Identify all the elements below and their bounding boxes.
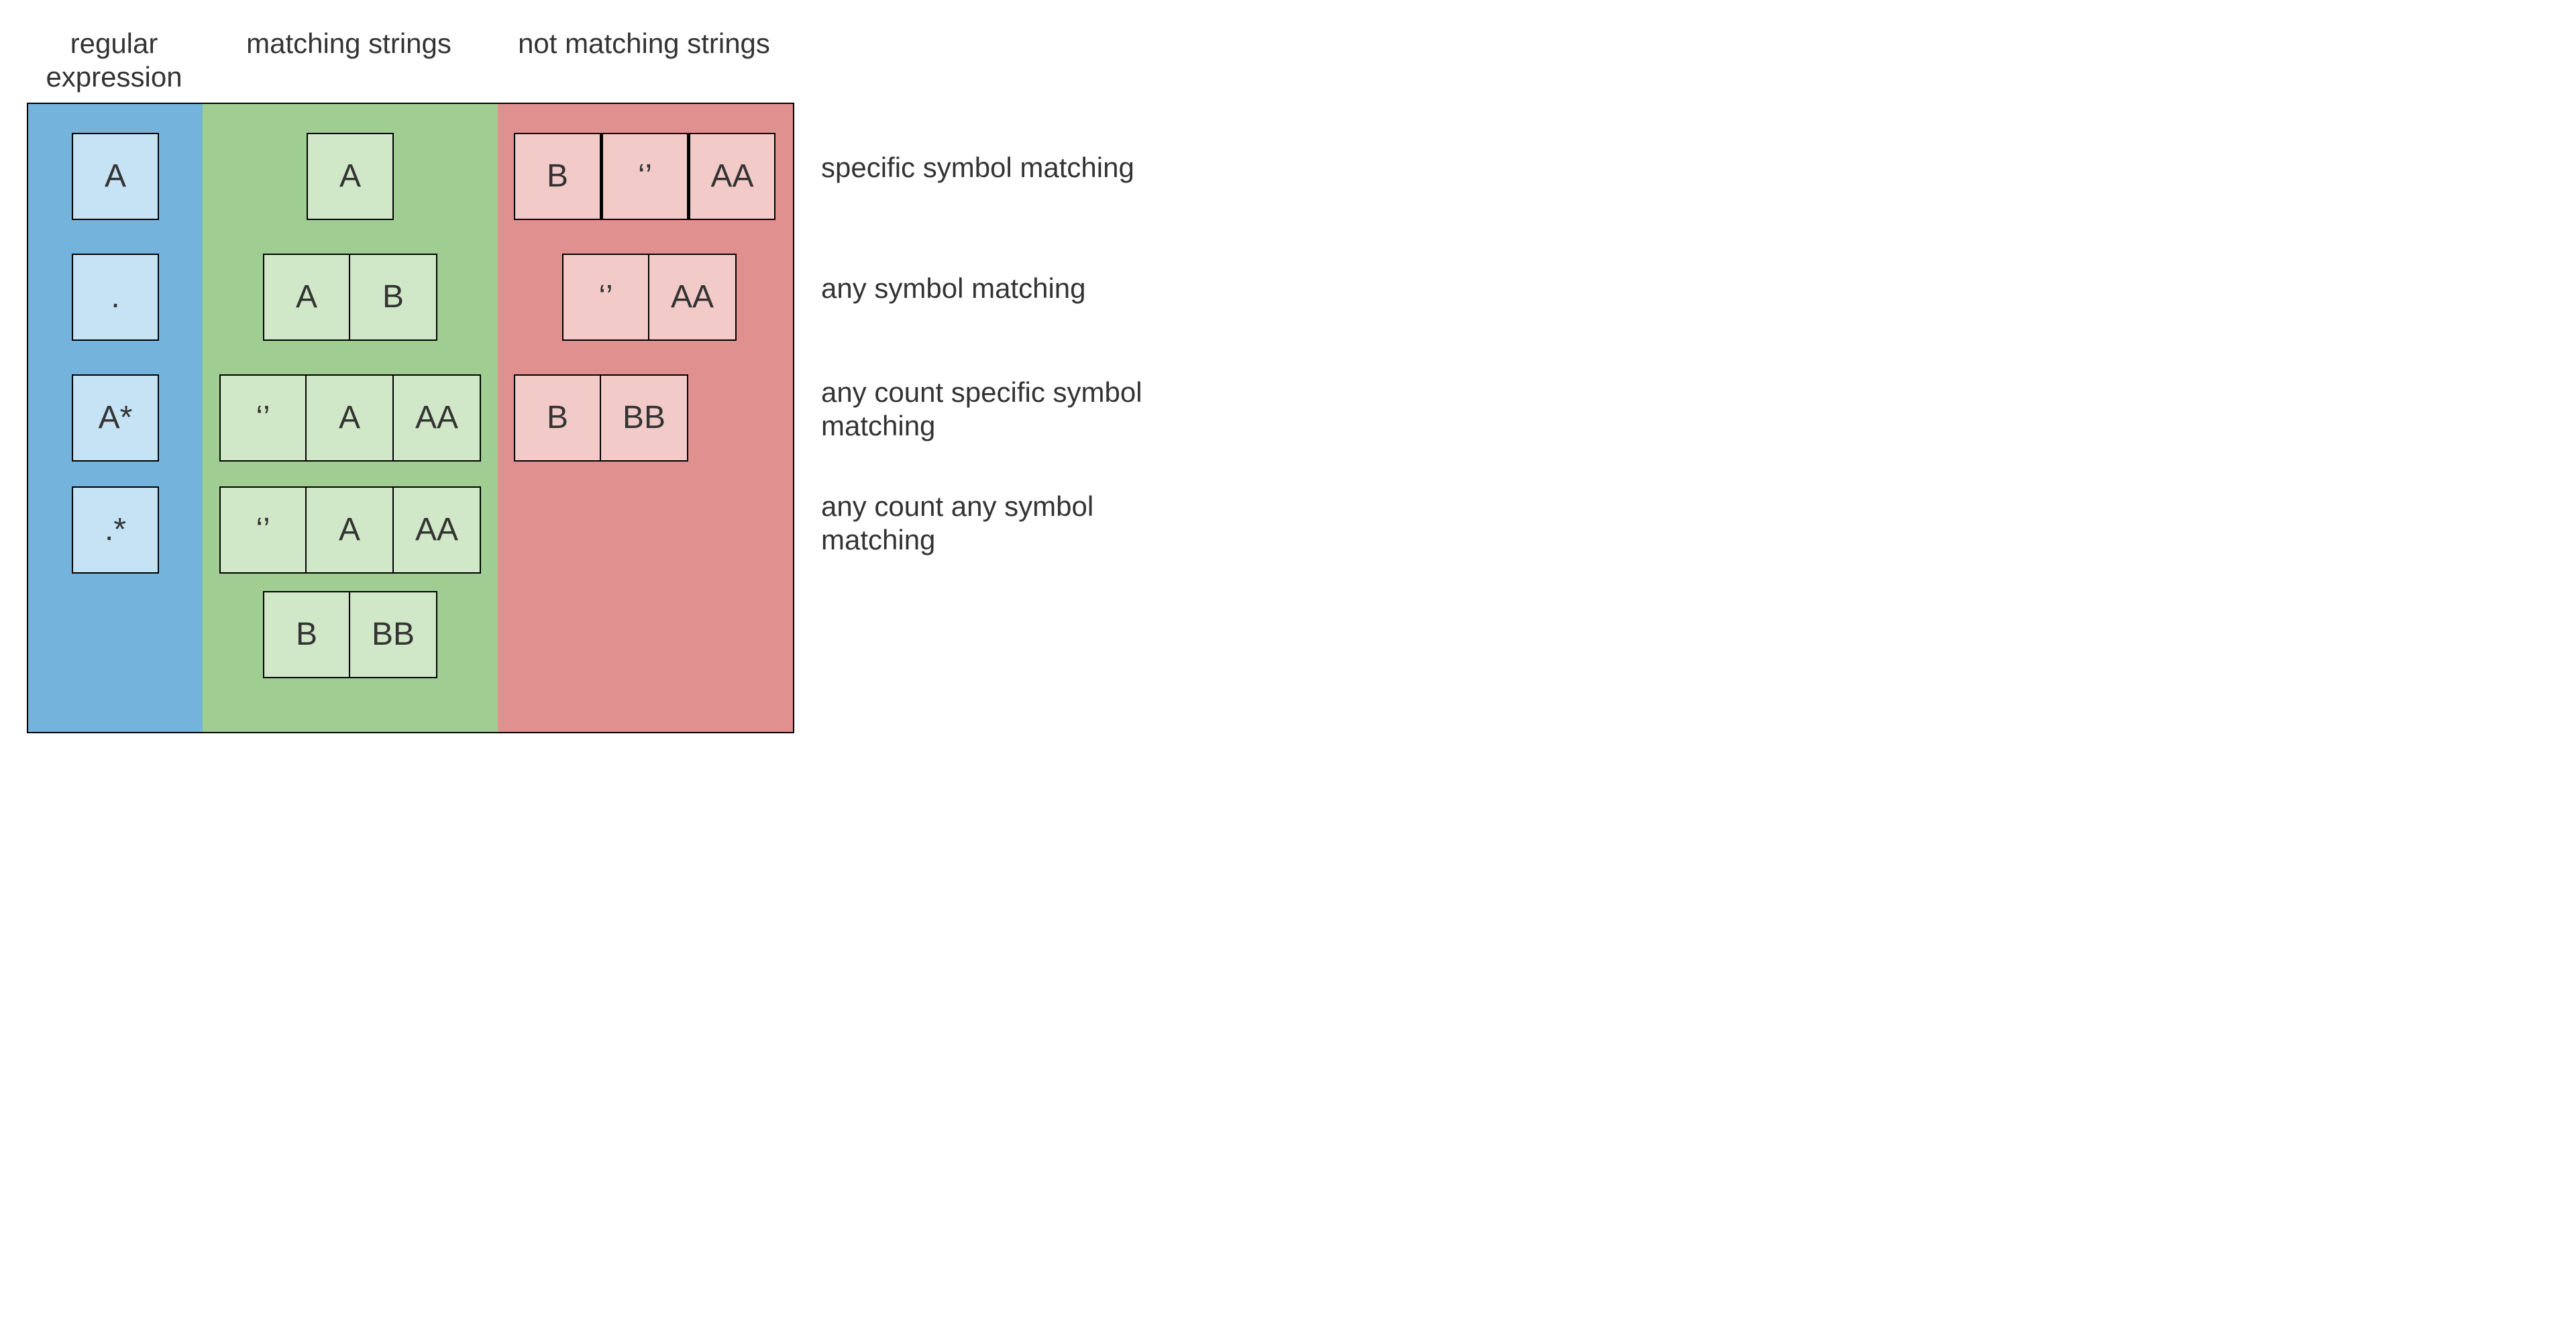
- nomatch-cell: ‘’: [601, 133, 688, 220]
- nomatch-cell: B: [514, 133, 601, 220]
- regex-slot: A*: [36, 358, 195, 478]
- column-headers: regular expression matching strings not …: [27, 27, 794, 95]
- match-group: ‘’ A AA: [219, 374, 481, 462]
- nomatch-cell: AA: [688, 133, 775, 220]
- match-cell: B: [350, 254, 437, 341]
- match-cell: ‘’: [219, 486, 307, 574]
- column-match: A A B ‘’ A AA: [203, 104, 498, 732]
- nomatch-cell: B: [514, 374, 601, 462]
- regex-cell: A*: [72, 374, 159, 462]
- regex-diagram: regular expression matching strings not …: [27, 27, 2549, 733]
- match-cell: ‘’: [219, 374, 307, 462]
- nomatch-slot: B BB: [506, 358, 785, 478]
- match-cell: A: [307, 374, 394, 462]
- description: any count any symbol matching: [821, 470, 1197, 711]
- nomatch-cell: ‘’: [562, 254, 649, 341]
- regex-slot: .: [36, 237, 195, 358]
- nomatch-slot: ‘’ AA: [506, 237, 785, 358]
- match-group: A: [307, 133, 394, 220]
- regex-slot: .*: [36, 478, 195, 720]
- match-slot: A: [211, 116, 490, 237]
- table-area: regular expression matching strings not …: [27, 27, 794, 733]
- description: any symbol matching: [821, 228, 1197, 349]
- header-match: matching strings: [201, 27, 496, 95]
- descriptions: specific symbol matching any symbol matc…: [821, 27, 1197, 711]
- match-stack: ‘’ A AA B BB: [219, 486, 481, 678]
- nomatch-group: B ‘’ AA: [514, 133, 775, 220]
- description: any count specific symbol matching: [821, 349, 1197, 470]
- regex-slot: A: [36, 116, 195, 237]
- header-regex: regular expression: [27, 27, 201, 95]
- match-group: ‘’ A AA: [219, 486, 481, 574]
- regex-cell: .*: [72, 486, 159, 574]
- match-cell: BB: [350, 591, 437, 678]
- match-slot: ‘’ A AA B BB: [211, 478, 490, 720]
- match-cell: A: [307, 133, 394, 220]
- match-cell: A: [263, 254, 350, 341]
- nomatch-slot: B ‘’ AA: [506, 116, 785, 237]
- regex-cell: A: [72, 133, 159, 220]
- header-nomatch: not matching strings: [496, 27, 792, 95]
- nomatch-slot: [506, 478, 785, 720]
- column-nomatch: B ‘’ AA ‘’ AA B BB: [498, 104, 793, 732]
- nomatch-cell: BB: [601, 374, 688, 462]
- columns-box: A . A* .* A: [27, 103, 794, 733]
- match-cell: AA: [394, 486, 481, 574]
- nomatch-group: B BB: [514, 374, 688, 462]
- column-regex: A . A* .*: [28, 104, 203, 732]
- match-slot: A B: [211, 237, 490, 358]
- match-group: B BB: [263, 591, 437, 678]
- regex-cell: .: [72, 254, 159, 341]
- match-group: A B: [263, 254, 437, 341]
- nomatch-cell: AA: [649, 254, 737, 341]
- match-slot: ‘’ A AA: [211, 358, 490, 478]
- match-cell: AA: [394, 374, 481, 462]
- description: specific symbol matching: [821, 107, 1197, 228]
- match-cell: A: [307, 486, 394, 574]
- nomatch-group: ‘’ AA: [562, 254, 737, 341]
- match-cell: B: [263, 591, 350, 678]
